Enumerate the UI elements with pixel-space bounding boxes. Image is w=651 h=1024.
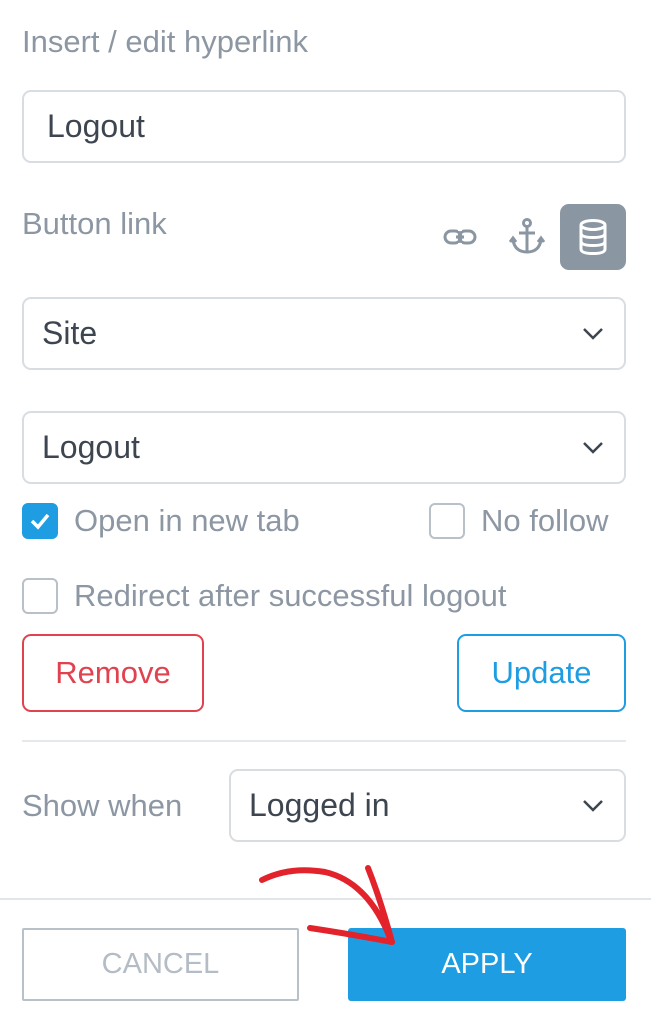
chevron-down-icon (583, 799, 603, 812)
annotation-arrow-icon (259, 865, 395, 945)
chevron-down-icon (583, 441, 603, 454)
link-text-input[interactable] (22, 90, 626, 163)
page-select-value: Logout (42, 429, 140, 465)
page-select[interactable]: Logout (22, 411, 626, 484)
open-new-tab-checkbox[interactable] (22, 503, 58, 539)
show-when-select[interactable]: Logged in (229, 769, 626, 842)
redirect-after-logout-checkbox[interactable] (22, 578, 58, 614)
link-icon (443, 228, 477, 246)
open-new-tab-option[interactable]: Open in new tab (22, 503, 300, 539)
redirect-after-logout-option[interactable]: Redirect after successful logout (22, 578, 507, 614)
checkmark-icon (30, 513, 50, 530)
remove-button[interactable]: Remove (22, 634, 204, 712)
open-new-tab-label: Open in new tab (74, 503, 300, 538)
no-follow-option[interactable]: No follow (429, 503, 609, 539)
database-icon (579, 219, 607, 255)
section-divider (22, 740, 626, 742)
chevron-down-icon (583, 327, 603, 340)
no-follow-label: No follow (481, 503, 609, 538)
link-type-database-button[interactable] (560, 204, 626, 270)
show-when-label: Show when (22, 788, 183, 823)
link-source-select[interactable]: Site (22, 297, 626, 370)
update-button[interactable]: Update (457, 634, 626, 712)
redirect-after-logout-label: Redirect after successful logout (74, 578, 507, 613)
show-when-value: Logged in (249, 787, 390, 823)
no-follow-checkbox[interactable] (429, 503, 465, 539)
link-type-anchor-button[interactable] (494, 204, 560, 270)
dialog-title: Insert / edit hyperlink (22, 24, 309, 59)
button-link-label: Button link (22, 206, 167, 241)
anchor-icon (509, 218, 545, 254)
link-source-value: Site (42, 315, 98, 351)
link-type-url-button[interactable] (427, 204, 493, 270)
